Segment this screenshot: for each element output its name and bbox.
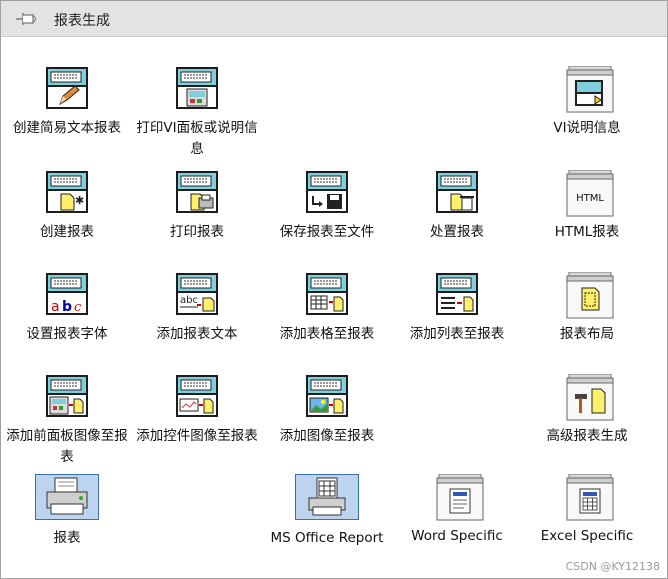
palette-item[interactable]: Word Specific bbox=[392, 473, 522, 547]
new-report-icon[interactable]: ✱ bbox=[45, 170, 89, 214]
palette-item-label: 报表布局 bbox=[560, 326, 614, 342]
palette-item-label: HTML报表 bbox=[554, 224, 620, 240]
palette-item-label: 处置报表 bbox=[430, 224, 484, 240]
palette-item[interactable]: abc 设置报表字体 bbox=[2, 272, 132, 345]
palette-item[interactable]: 保存报表至文件 bbox=[262, 170, 392, 243]
print-report-icon[interactable] bbox=[175, 170, 219, 214]
svg-text:c: c bbox=[74, 300, 82, 315]
palette-item-label: 添加前面板图像至报表 bbox=[6, 428, 128, 465]
palette-item-label: VI说明信息 bbox=[553, 120, 621, 136]
palette-item-label: 报表 bbox=[53, 530, 81, 546]
palette-item[interactable]: ✱ 创建报表 bbox=[2, 170, 132, 243]
report-layout-icon[interactable] bbox=[565, 271, 614, 319]
save-report-to-file-icon[interactable] bbox=[305, 170, 349, 214]
watermark: CSDN @KY12138 bbox=[565, 560, 660, 573]
svg-text:✱: ✱ bbox=[75, 194, 84, 207]
palette-item-label: MS Office Report bbox=[270, 530, 384, 546]
palette-item-label: 添加列表至报表 bbox=[409, 326, 505, 342]
vi-documentation-icon[interactable] bbox=[565, 65, 614, 113]
palette-item[interactable]: abc 添加报表文本 bbox=[132, 272, 262, 345]
append-front-panel-image-icon[interactable] bbox=[45, 374, 89, 418]
palette-item[interactable]: 添加控件图像至报表 bbox=[132, 374, 262, 447]
palette-item[interactable]: 添加图像至报表 bbox=[262, 374, 392, 447]
palette-item-label: 高级报表生成 bbox=[546, 428, 628, 444]
append-control-image-icon[interactable] bbox=[175, 374, 219, 418]
append-image-to-report-icon[interactable] bbox=[305, 374, 349, 418]
pin-icon[interactable] bbox=[14, 10, 38, 28]
palette-item[interactable]: 创建简易文本报表 bbox=[2, 66, 132, 139]
palette-item-label: 保存报表至文件 bbox=[279, 224, 375, 240]
palette-item[interactable]: VI说明信息 bbox=[522, 65, 652, 139]
append-list-to-report-icon[interactable] bbox=[435, 272, 479, 316]
palette-item-label: 打印报表 bbox=[170, 224, 224, 240]
palette-item-label: 添加报表文本 bbox=[156, 326, 238, 342]
palette-item-label: Excel Specific bbox=[540, 528, 634, 544]
palette-item-label: 添加图像至报表 bbox=[279, 428, 375, 444]
dispose-report-icon[interactable] bbox=[435, 170, 479, 214]
palette-item[interactable]: 高级报表生成 bbox=[522, 373, 652, 447]
palette-item[interactable]: 添加表格至报表 bbox=[262, 272, 392, 345]
append-table-to-report-icon[interactable] bbox=[305, 272, 349, 316]
set-report-font-icon[interactable]: abc bbox=[45, 272, 89, 316]
palette-item[interactable]: 打印VI面板或说明信息 bbox=[132, 66, 262, 160]
append-report-text-icon[interactable]: abc bbox=[175, 272, 219, 316]
svg-text:a: a bbox=[51, 299, 60, 315]
icon-glyph: HTML bbox=[576, 193, 604, 204]
svg-text:b: b bbox=[62, 299, 72, 315]
advanced-report-generation-icon[interactable] bbox=[565, 373, 614, 421]
word-specific-icon[interactable] bbox=[435, 473, 484, 521]
palette-item-label: 设置报表字体 bbox=[26, 326, 108, 342]
palette-item-label: 添加控件图像至报表 bbox=[136, 428, 258, 444]
print-vi-panel-icon[interactable] bbox=[175, 66, 219, 110]
palette-item[interactable]: 处置报表 bbox=[392, 170, 522, 243]
palette-item-label: 创建报表 bbox=[40, 224, 94, 240]
ms-office-report-icon[interactable] bbox=[295, 474, 359, 520]
palette-item-label: 打印VI面板或说明信息 bbox=[136, 120, 258, 157]
palette-item[interactable]: 报表布局 bbox=[522, 271, 652, 345]
palette-item[interactable]: 打印报表 bbox=[132, 170, 262, 243]
palette-item[interactable]: Excel Specific bbox=[522, 473, 652, 547]
svg-text:abc: abc bbox=[180, 295, 198, 306]
palette-item[interactable]: 添加前面板图像至报表 bbox=[2, 374, 132, 468]
palette-item[interactable]: 添加列表至报表 bbox=[392, 272, 522, 345]
html-report-icon[interactable]: HTML bbox=[565, 169, 614, 217]
palette-titlebar: 报表生成 bbox=[1, 1, 667, 37]
report-express-vi-icon[interactable] bbox=[35, 474, 99, 520]
palette-item[interactable]: 报表 bbox=[2, 474, 132, 549]
palette-item-label: 添加表格至报表 bbox=[279, 326, 375, 342]
easy-text-report-icon[interactable] bbox=[45, 66, 89, 110]
palette-item[interactable]: HTML HTML报表 bbox=[522, 169, 652, 243]
palette-item-label: 创建简易文本报表 bbox=[13, 120, 121, 136]
palette-item[interactable]: MS Office Report bbox=[262, 474, 392, 549]
palette-item-label: Word Specific bbox=[411, 528, 503, 544]
excel-specific-icon[interactable] bbox=[565, 473, 614, 521]
palette-title: 报表生成 bbox=[54, 13, 110, 29]
